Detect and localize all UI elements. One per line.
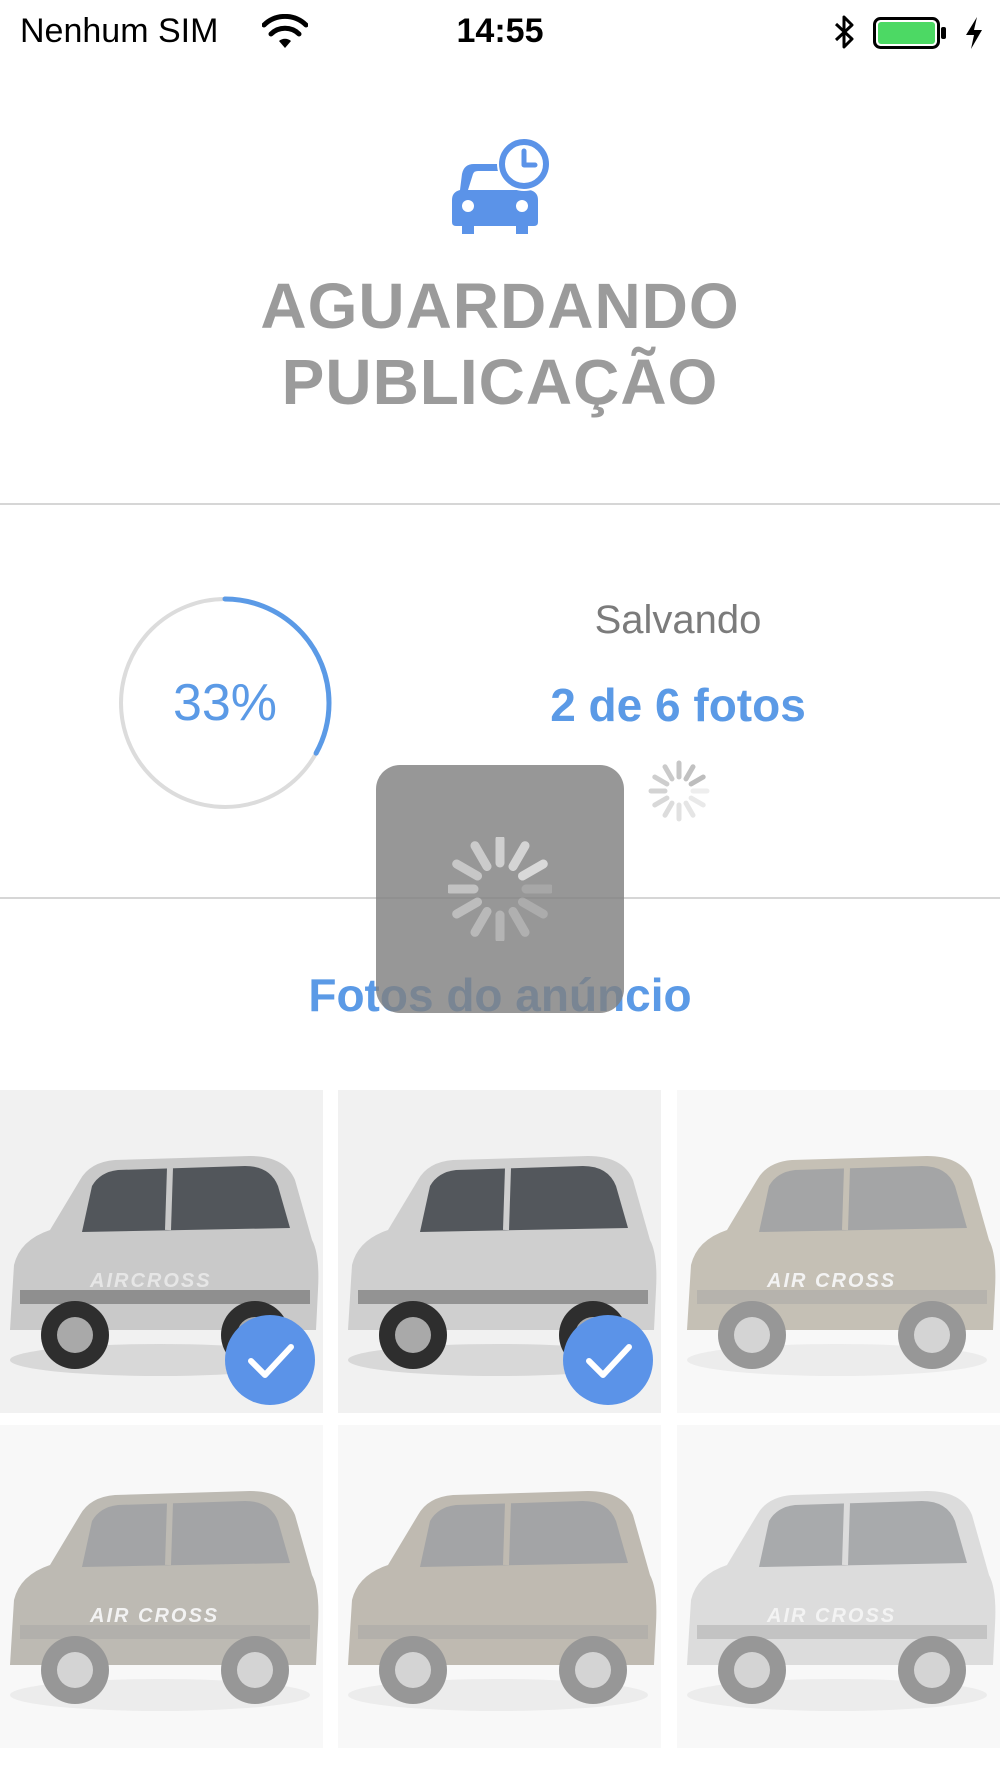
spinner-spoke <box>688 774 706 787</box>
uploaded-check-icon <box>563 1315 653 1405</box>
status-bar: Nenhum SIM 14:55 <box>0 0 1000 64</box>
pending-overlay <box>677 1425 1000 1748</box>
spinner-spoke <box>662 764 675 782</box>
spinner-spoke <box>662 800 675 818</box>
progress-percent: 33% <box>172 674 278 732</box>
spinner-spoke <box>508 907 530 937</box>
saving-status-label: Salvando <box>594 598 762 642</box>
spinner-spoke <box>452 897 482 919</box>
car-decal-text: AIRCROSS <box>90 1270 212 1292</box>
spinner-spoke <box>508 841 530 871</box>
loading-spinner-icon <box>648 760 710 822</box>
title-line-2: PUBLICAÇÃO <box>281 346 719 418</box>
spinner-spoke <box>652 774 670 787</box>
car-clock-icon <box>452 137 551 234</box>
bluetooth-icon <box>834 15 854 49</box>
divider-top <box>0 503 1000 505</box>
pending-overlay <box>0 1425 323 1748</box>
loading-overlay <box>376 765 624 1013</box>
page-title: AGUARDANDO PUBLICAÇÃO <box>0 268 1000 420</box>
spinner-spoke <box>470 841 492 871</box>
photo-thumbnail[interactable]: AIRCROSS <box>0 1090 323 1413</box>
photo-thumbnail[interactable] <box>338 1090 661 1413</box>
pending-overlay <box>677 1090 1000 1413</box>
photo-thumbnail[interactable] <box>338 1425 661 1748</box>
pending-overlay <box>338 1425 661 1748</box>
photo-thumbnail[interactable]: AIR CROSS <box>0 1425 323 1748</box>
photo-grid: AIRCROSSAIR CROSSAIR CROSSAIR CROSS <box>0 1090 1000 1778</box>
spinner-spoke <box>652 795 670 808</box>
photo-thumbnail[interactable]: AIR CROSS <box>677 1425 1000 1748</box>
photo-thumbnail[interactable]: AIR CROSS <box>677 1090 1000 1413</box>
spinner-spoke <box>452 859 482 881</box>
charging-icon <box>966 17 982 49</box>
spinner-spoke <box>518 897 548 919</box>
spinner-spoke <box>518 859 548 881</box>
spinner-spoke <box>470 907 492 937</box>
photo-count-label: 2 de 6 fotos <box>550 679 806 731</box>
uploaded-check-icon <box>225 1315 315 1405</box>
spinner-spoke <box>688 795 706 808</box>
title-line-1: AGUARDANDO <box>260 270 740 342</box>
loading-spinner-icon <box>448 837 552 941</box>
battery-icon <box>873 17 946 49</box>
spinner-spoke <box>683 764 696 782</box>
spinner-spoke <box>683 800 696 818</box>
